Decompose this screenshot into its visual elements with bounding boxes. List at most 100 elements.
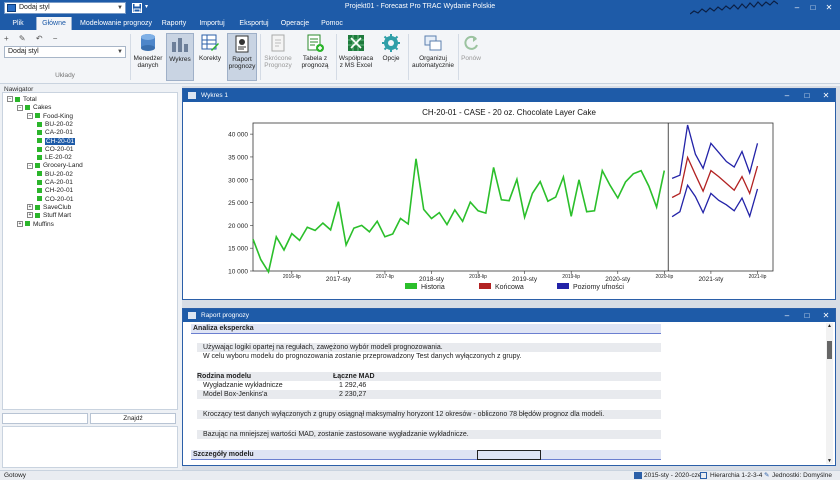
tab-importuj[interactable]: Importuj (196, 17, 228, 30)
y-tick-label: 30 000 (228, 177, 248, 184)
node-status-icon (37, 171, 42, 177)
ribbon-separator (458, 34, 459, 80)
tab-raporty[interactable]: Raporty (158, 17, 190, 30)
y-tick-label: 20 000 (228, 223, 248, 230)
ribbon-separator (336, 34, 337, 80)
chart-panel: Wykres 1 ‒ □ ✕ CH-20-01 - CASE - 20 oz. … (182, 88, 836, 300)
y-tick-label: 25 000 (228, 200, 248, 207)
selected-cell[interactable] (477, 450, 541, 460)
expand-icon[interactable]: + (27, 204, 33, 211)
tree-node[interactable]: − Grocery-Land (27, 162, 83, 170)
auto-arrange-label: Organizuj automatycznie (412, 55, 454, 69)
close-button[interactable]: ✕ (820, 90, 832, 101)
tree-node[interactable]: BU-20-02 (37, 121, 73, 129)
tab-modelowanie-prognozy[interactable]: Modelowanie prognozy (76, 17, 156, 30)
tree-node-label: LE-20-02 (45, 154, 72, 162)
close-button[interactable]: ✕ (822, 1, 836, 15)
forecast-table-button[interactable]: Tabela z prognozą (298, 33, 332, 81)
minimize-button[interactable]: ‒ (790, 1, 804, 15)
quick-forecasts-label: Skrócone Prognozy (264, 55, 292, 69)
expand-icon[interactable]: + (17, 220, 23, 227)
report-scrollbar[interactable]: ▲ ▼ (826, 323, 833, 464)
tree-node-label: CO-20-01 (45, 195, 74, 203)
options-label: Opcje (382, 55, 400, 62)
scroll-up-icon[interactable]: ▲ (826, 323, 833, 329)
tree-node[interactable]: − Total (7, 96, 37, 104)
analysis-heading: Analiza ekspercka (191, 324, 661, 334)
collapse-icon[interactable]: − (27, 162, 33, 169)
notes-area[interactable] (2, 426, 178, 468)
find-input[interactable] (2, 413, 88, 424)
node-status-icon (37, 146, 42, 152)
x-tick-label: 2017-sty (326, 276, 352, 283)
maximize-button[interactable]: □ (801, 90, 813, 101)
tab-glowne[interactable]: Główne (36, 17, 72, 30)
corrections-label: Korekty (198, 55, 222, 62)
node-status-icon (37, 196, 42, 202)
close-button[interactable]: ✕ (820, 310, 832, 321)
node-status-icon (25, 221, 30, 227)
tree-node[interactable]: CO-20-01 (37, 196, 74, 204)
tree-node[interactable]: CA-20-01 (37, 179, 73, 187)
tree-node-label: Grocery-Land (43, 162, 83, 170)
node-status-icon (35, 204, 40, 210)
table-edit-icon (200, 33, 220, 53)
ribbon: + ✎ ↶ − Dodaj styl ▼ Układy Menedżer dan… (0, 30, 840, 84)
tree-node[interactable]: BU-20-02 (37, 171, 73, 179)
tree-node[interactable]: LE-20-02 (37, 154, 72, 162)
tree-node[interactable]: CH-20-01 (37, 137, 76, 146)
layout-mini-toolbar[interactable]: + ✎ ↶ − (4, 34, 61, 43)
x-tick-label: 2020-lip (655, 274, 673, 280)
maximize-button[interactable]: □ (801, 310, 813, 321)
tree-node-label: CO-20-01 (45, 145, 74, 153)
collapse-icon[interactable]: − (27, 112, 33, 119)
tree-node[interactable]: − Cakes (17, 104, 51, 112)
tab-plik[interactable]: Plik (4, 17, 32, 30)
tree-node[interactable]: + SaveClub (27, 204, 71, 212)
tree-node[interactable]: + Stuff Mart (27, 212, 71, 220)
collapse-icon[interactable]: − (7, 96, 13, 103)
data-manager-button[interactable]: Menedżer danych (133, 33, 163, 81)
x-tick-label: 2018-sty (419, 276, 445, 283)
collapse-icon[interactable]: − (17, 104, 23, 111)
expand-icon[interactable]: + (27, 212, 33, 219)
forecast-chart: CH-20-01 - CASE - 20 oz. Chocolate Layer… (228, 108, 774, 291)
scroll-down-icon[interactable]: ▼ (826, 458, 833, 464)
tree-node[interactable]: + Muffins (17, 221, 54, 229)
excel-collaboration-button[interactable]: Współpraca z MS Excel (338, 33, 374, 81)
quick-forecasts-button[interactable]: Skrócone Prognozy (262, 33, 294, 81)
corrections-button[interactable]: Korekty (197, 33, 223, 81)
chart-label: Wykres (169, 56, 191, 63)
node-status-icon (35, 163, 40, 169)
scroll-thumb[interactable] (827, 341, 832, 359)
tab-eksportuj[interactable]: Eksportuj (236, 17, 272, 30)
tree-node[interactable]: CH-20-01 (37, 187, 73, 195)
minimize-button[interactable]: ‒ (781, 310, 793, 321)
redo-button[interactable]: Ponów (460, 33, 482, 81)
node-status-icon (37, 188, 42, 194)
x-tick-label: 2017-lip (376, 274, 394, 280)
node-status-icon (35, 113, 40, 119)
auto-arrange-button[interactable]: Organizuj automatycznie (410, 33, 456, 81)
maximize-button[interactable]: □ (806, 1, 820, 15)
tab-pomoc[interactable]: Pomoc (318, 17, 346, 30)
report-icon (232, 34, 252, 54)
tab-operacje[interactable]: Operacje (278, 17, 312, 30)
minimize-button[interactable]: ‒ (781, 90, 793, 101)
chevron-down-icon: ▼ (117, 49, 123, 55)
y-tick-label: 10 000 (228, 269, 248, 276)
tree-node[interactable]: − Food-King (27, 113, 73, 121)
tree-node[interactable]: CA-20-01 (37, 129, 73, 137)
tree-node[interactable]: CO-20-01 (37, 146, 74, 154)
report-line: Bazując na mniejszej wartości MAD, zosta… (203, 431, 469, 438)
style-combo[interactable]: Dodaj styl ▼ (4, 46, 126, 58)
chart-button[interactable]: Wykres (166, 33, 194, 81)
forecast-report-button[interactable]: Raport prognozy (227, 33, 257, 81)
find-button[interactable]: Znajdź (90, 413, 176, 424)
title-bar: Dodaj styl ▼ ▾ Projekt01 - Forecast Pro … (0, 0, 840, 16)
forecast-table-label: Tabela z prognozą (301, 55, 329, 69)
model-mad-value: 2 230,27 (339, 391, 367, 398)
legend-label: Poziomy ufności (573, 284, 624, 291)
legend-label: Historia (421, 284, 445, 291)
options-button[interactable]: Opcje (378, 33, 404, 81)
